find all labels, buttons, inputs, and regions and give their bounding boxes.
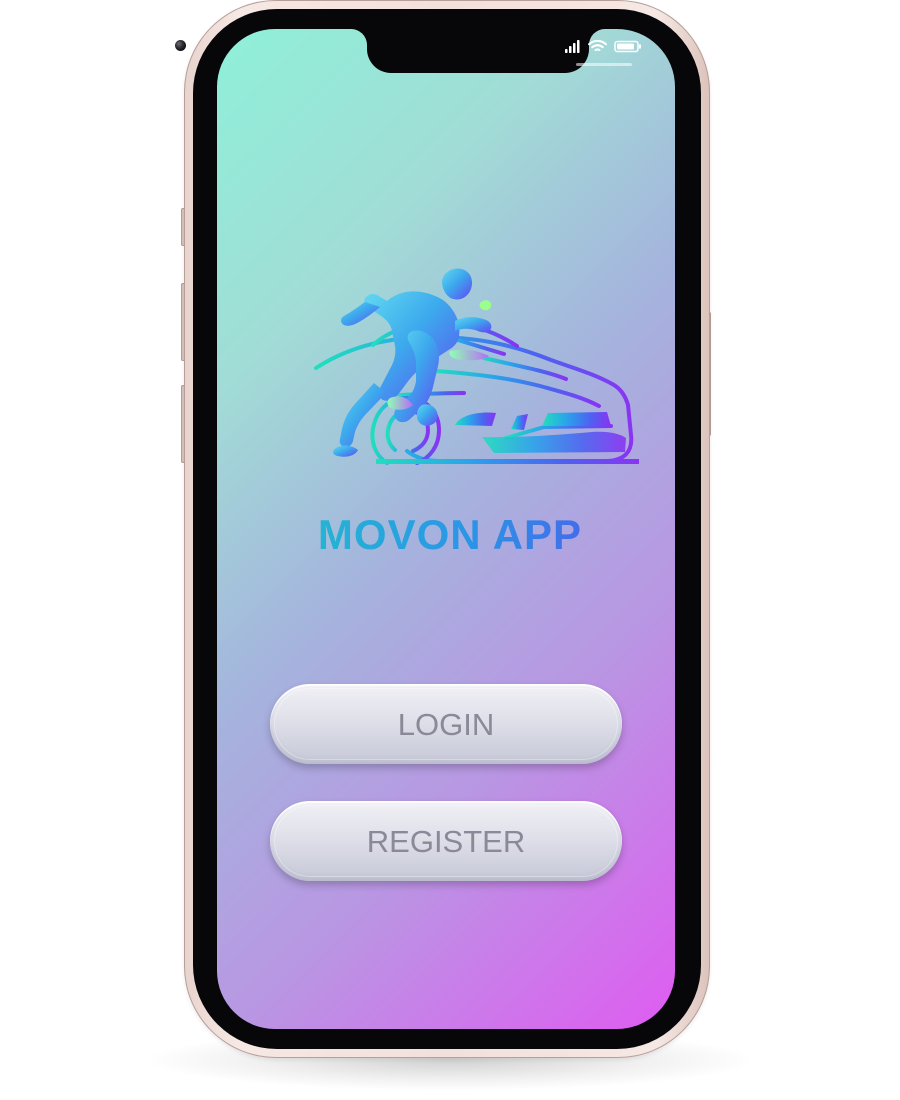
- runner-car-logo: [262, 268, 639, 465]
- register-button[interactable]: REGISTER: [270, 801, 622, 881]
- app-title: MOVON APP: [0, 513, 900, 557]
- front-camera-icon: [175, 40, 186, 51]
- login-button[interactable]: LOGIN: [270, 684, 622, 764]
- signal-bars-icon: [565, 40, 580, 53]
- wifi-icon: [588, 39, 607, 52]
- phone-notch: [367, 29, 589, 73]
- register-button-label: REGISTER: [366, 823, 526, 859]
- speed-lines: [262, 296, 383, 455]
- phone-mockup: MOVON APP LOGIN REGISTER: [0, 0, 900, 1100]
- top-status-line: [576, 63, 632, 66]
- login-button-label: LOGIN: [397, 706, 495, 742]
- battery-icon: [614, 40, 641, 53]
- status-bar-icons: [565, 39, 641, 53]
